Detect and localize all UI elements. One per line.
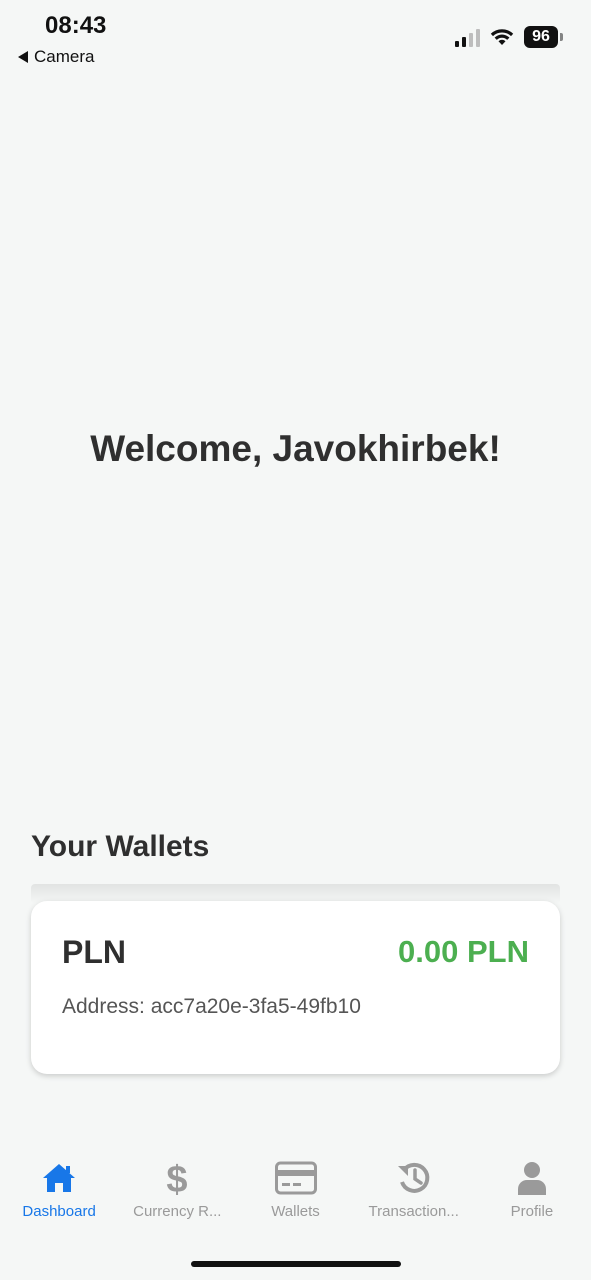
home-icon [43, 1164, 76, 1192]
tab-transactions[interactable]: Transaction... [355, 1158, 473, 1228]
person-icon [517, 1162, 546, 1195]
wallets-section-title: Your Wallets [31, 830, 210, 863]
battery-level: 96 [524, 26, 558, 48]
cellular-signal-icon [455, 27, 480, 47]
back-arrow-icon [18, 51, 28, 63]
wallet-address: Address: acc7a20e-3fa5-49fb10 [62, 995, 361, 1018]
tab-currency-rates[interactable]: $ Currency R... [118, 1158, 236, 1228]
tab-label: Wallets [271, 1203, 320, 1220]
svg-text:$: $ [167, 1159, 188, 1197]
back-to-camera[interactable]: Camera [18, 47, 94, 67]
home-indicator[interactable] [191, 1261, 401, 1267]
wallet-currency: PLN [62, 934, 126, 970]
card-icon [274, 1161, 317, 1195]
screen: 08:43 Camera 96 Welcome, Javokhirbek! Yo… [0, 0, 591, 1280]
tab-label: Transaction... [368, 1203, 459, 1220]
wallet-card[interactable]: PLN 0.00 PLN Address: acc7a20e-3fa5-49fb… [31, 901, 560, 1074]
status-indicators: 96 [455, 26, 563, 48]
battery-icon: 96 [524, 26, 563, 48]
tab-label: Currency R... [133, 1203, 222, 1220]
tab-wallets[interactable]: Wallets [236, 1158, 354, 1228]
tab-label: Dashboard [22, 1203, 96, 1220]
tab-label: Profile [510, 1203, 554, 1220]
tab-dashboard[interactable]: Dashboard [0, 1158, 118, 1228]
status-time: 08:43 [45, 12, 107, 39]
tab-profile[interactable]: Profile [473, 1158, 591, 1228]
back-label: Camera [34, 47, 95, 66]
welcome-heading: Welcome, Javokhirbek! [90, 428, 501, 469]
bottom-tab-bar: Dashboard $ Currency R... Wallets Transa… [0, 1158, 591, 1228]
dollar-icon: $ [167, 1159, 188, 1197]
history-icon [397, 1162, 430, 1193]
wallet-balance: 0.00 PLN [398, 934, 529, 969]
wifi-icon [490, 29, 514, 45]
